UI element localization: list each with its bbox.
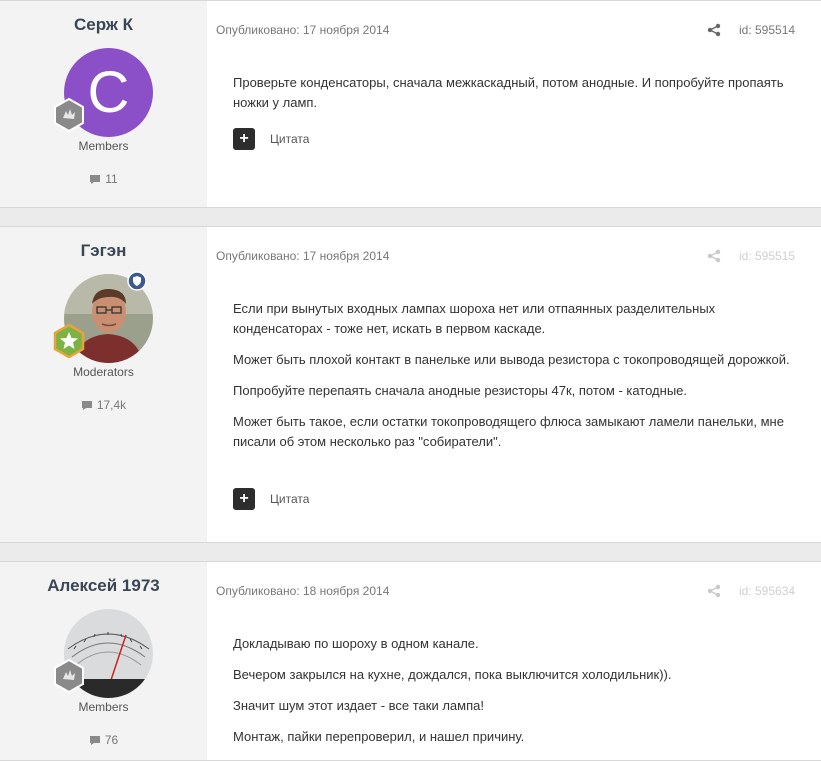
rank-badge-icon — [53, 324, 85, 358]
author-panel: Серж К C Members 11 — [0, 1, 207, 207]
comment-icon — [81, 400, 92, 410]
moderator-shield-icon — [127, 271, 147, 291]
post-id[interactable]: id: 595514 — [739, 23, 795, 37]
post-count: 76 — [0, 733, 207, 747]
post-body: Проверьте конденсаторы, сначала межкаска… — [233, 73, 803, 124]
member-group: Moderators — [73, 365, 134, 379]
post-id[interactable]: id: 595634 — [739, 584, 795, 598]
quote-button[interactable]: Цитата — [270, 132, 309, 146]
post-paragraph: Может быть такое, если остатки токопрово… — [233, 414, 784, 449]
published-date: Опубликовано: 17 ноября 2014 — [216, 249, 390, 263]
author-panel: Гэгэн Moderators 17,4k — [0, 227, 207, 542]
share-icon[interactable] — [707, 584, 721, 598]
published-date: Опубликовано: 17 ноября 2014 — [216, 23, 390, 37]
post-595634: Алексей 1973 Members 76 Опубликовано: 18… — [0, 561, 821, 761]
post-count: 17,4k — [0, 398, 207, 412]
post-count-value: 76 — [104, 733, 119, 747]
post-595515: Гэгэн Moderators 17,4k Опубликовано: 17 … — [0, 226, 821, 543]
author-panel: Алексей 1973 Members 76 — [0, 562, 207, 760]
rank-badge-icon — [54, 659, 84, 693]
post-paragraph: Если при вынутых входных лампах шороха н… — [233, 301, 716, 336]
post-body: Докладываю по шороху в одном канале. Веч… — [233, 634, 803, 758]
post-paragraph: Монтаж, пайки перепроверил, и нашел прич… — [233, 729, 525, 744]
post-paragraph: Попробуйте перепаять сначала анодные рез… — [233, 383, 688, 398]
post-id[interactable]: id: 595515 — [739, 249, 795, 263]
author-name[interactable]: Гэгэн — [0, 241, 207, 261]
member-group: Members — [78, 139, 129, 153]
share-icon[interactable] — [707, 23, 721, 37]
post-paragraph: Может быть плохой контакт в панельке или… — [233, 352, 790, 367]
multiquote-button[interactable]: + — [233, 128, 255, 150]
post-count-value: 11 — [105, 172, 118, 186]
rank-badge-icon — [54, 98, 84, 132]
author-name[interactable]: Алексей 1973 — [0, 576, 207, 596]
author-name[interactable]: Серж К — [0, 15, 207, 35]
post-595514: Серж К C Members 11 Опубликовано: 17 ноя… — [0, 0, 821, 208]
post-paragraph: Вечером закрылся на кухне, дождался, пок… — [233, 667, 672, 682]
post-count: 11 — [0, 172, 207, 186]
published-date: Опубликовано: 18 ноября 2014 — [216, 584, 390, 598]
comment-icon — [89, 735, 100, 745]
post-content: Опубликовано: 18 ноября 2014 id: 595634 … — [207, 562, 821, 760]
share-icon[interactable] — [707, 249, 721, 263]
post-actions: + Цитата — [233, 128, 309, 150]
post-body: Если при вынутых входных лампах шороха н… — [233, 299, 803, 463]
post-actions: + Цитата — [233, 488, 309, 510]
post-paragraph: Значит шум этот издает - все таки лампа! — [233, 698, 484, 713]
quote-button[interactable]: Цитата — [270, 492, 309, 506]
post-content: Опубликовано: 17 ноября 2014 id: 595515 … — [207, 227, 821, 542]
post-paragraph: Докладываю по шороху в одном канале. — [233, 636, 479, 651]
member-group: Members — [78, 700, 129, 714]
post-paragraph: Проверьте конденсаторы, сначала межкаска… — [233, 75, 784, 110]
post-content: Опубликовано: 17 ноября 2014 id: 595514 … — [207, 1, 821, 207]
post-count-value: 17,4k — [96, 398, 127, 412]
multiquote-button[interactable]: + — [233, 488, 255, 510]
comment-icon — [90, 174, 101, 184]
